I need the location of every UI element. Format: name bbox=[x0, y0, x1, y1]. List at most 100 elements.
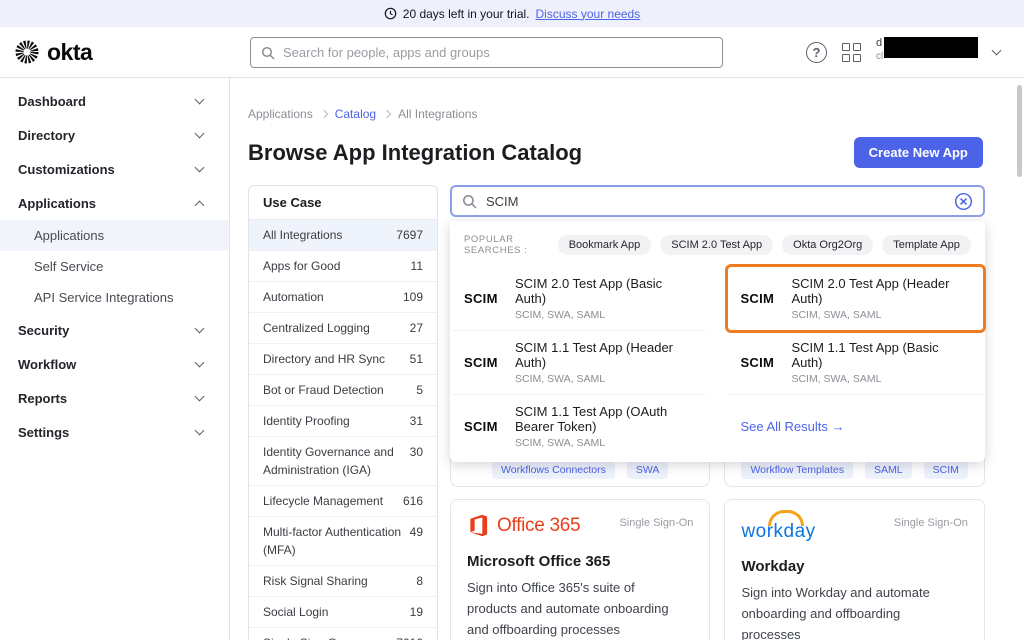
clear-search-icon[interactable] bbox=[954, 192, 973, 211]
sidebar-item-label: Workflow bbox=[18, 357, 76, 372]
sidebar-item-security[interactable]: Security bbox=[0, 313, 229, 347]
sidebar-item-api-service-integrations[interactable]: API Service Integrations bbox=[0, 282, 229, 313]
sidebar-item-label: Directory bbox=[18, 128, 75, 143]
tag-pill[interactable]: SWA bbox=[627, 461, 669, 479]
use-case-filter-panel: Use Case All Integrations 7697 Apps for … bbox=[248, 185, 438, 640]
filter-directory-hr-sync[interactable]: Directory and HR Sync 51 bbox=[249, 344, 437, 375]
popular-search-pill[interactable]: Okta Org2Org bbox=[782, 235, 873, 255]
sidebar-item-directory[interactable]: Directory bbox=[0, 118, 229, 152]
filter-automation[interactable]: Automation 109 bbox=[249, 282, 437, 313]
filter-risk-signal-sharing[interactable]: Risk Signal Sharing 8 bbox=[249, 566, 437, 597]
search-icon bbox=[261, 46, 275, 60]
search-results-dropdown: POPULAR SEARCHES : Bookmark App SCIM 2.0… bbox=[450, 221, 985, 462]
popular-search-pill[interactable]: Template App bbox=[882, 235, 971, 255]
filter-count: 51 bbox=[410, 350, 423, 368]
sidebar-item-label: Reports bbox=[18, 391, 67, 406]
catalog-card-workday[interactable]: workday Single Sign-On Workday Sign into… bbox=[724, 499, 984, 640]
search-result-scim11-oauth[interactable]: SCIM SCIM 1.1 Test App (OAuth Bearer Tok… bbox=[452, 394, 706, 458]
breadcrumb: Applications Catalog All Integrations bbox=[248, 107, 1024, 121]
filter-count: 109 bbox=[403, 288, 423, 306]
search-icon bbox=[462, 194, 477, 209]
sidebar-item-workflow[interactable]: Workflow bbox=[0, 347, 229, 381]
sidebar-item-label: Customizations bbox=[18, 162, 115, 177]
chevron-down-icon bbox=[195, 358, 205, 368]
catalog-card-office365[interactable]: Office 365 Single Sign-On Microsoft Offi… bbox=[450, 499, 710, 640]
redaction-box bbox=[884, 37, 978, 58]
workday-arc-icon bbox=[768, 510, 804, 526]
chevron-down-icon bbox=[195, 129, 205, 139]
page-scrollbar[interactable] bbox=[1017, 85, 1022, 177]
filter-all-integrations[interactable]: All Integrations 7697 bbox=[249, 220, 437, 251]
tag-pill[interactable]: SCIM bbox=[924, 461, 968, 479]
catalog-search-input[interactable] bbox=[486, 194, 945, 209]
popular-searches-label: POPULAR SEARCHES : bbox=[464, 234, 549, 256]
discuss-needs-link[interactable]: Discuss your needs bbox=[536, 7, 641, 21]
breadcrumb-applications[interactable]: Applications bbox=[248, 107, 313, 121]
chevron-down-icon bbox=[195, 163, 205, 173]
single-sign-on-badge: Single Sign-On bbox=[894, 517, 968, 529]
single-sign-on-badge: Single Sign-On bbox=[619, 517, 693, 529]
filter-centralized-logging[interactable]: Centralized Logging 27 bbox=[249, 313, 437, 344]
sidebar-item-settings[interactable]: Settings bbox=[0, 415, 229, 449]
sidebar-item-self-service[interactable]: Self Service bbox=[0, 251, 229, 282]
tag-pill[interactable]: Workflows Connectors bbox=[492, 461, 615, 479]
trial-banner: 20 days left in your trial. Discuss your… bbox=[0, 0, 1024, 27]
search-result-scim20-basic[interactable]: SCIM SCIM 2.0 Test App (Basic Auth) SCIM… bbox=[452, 267, 706, 330]
sidebar-item-applications-child[interactable]: Applications bbox=[0, 220, 229, 251]
filter-identity-proofing[interactable]: Identity Proofing 31 bbox=[249, 406, 437, 437]
account-menu[interactable]: d cl bbox=[876, 37, 978, 67]
help-icon[interactable]: ? bbox=[806, 42, 827, 63]
filter-count: 5 bbox=[416, 381, 423, 399]
filter-lifecycle-management[interactable]: Lifecycle Management 616 bbox=[249, 486, 437, 517]
sidebar: Dashboard Directory Customizations Appli… bbox=[0, 78, 230, 640]
tag-pill[interactable]: SAML bbox=[865, 461, 912, 479]
filter-apps-for-good[interactable]: Apps for Good 11 bbox=[249, 251, 437, 282]
chevron-up-icon bbox=[195, 200, 205, 210]
breadcrumb-separator-icon bbox=[319, 110, 327, 118]
sidebar-item-reports[interactable]: Reports bbox=[0, 381, 229, 415]
filter-count: 11 bbox=[411, 257, 423, 275]
global-search[interactable] bbox=[250, 37, 723, 68]
filter-mfa[interactable]: Multi-factor Authentication (MFA) 49 bbox=[249, 517, 437, 566]
filter-count: 31 bbox=[410, 412, 423, 430]
popular-search-pill[interactable]: SCIM 2.0 Test App bbox=[660, 235, 773, 255]
chevron-down-icon bbox=[195, 324, 205, 334]
okta-logo[interactable]: okta bbox=[14, 39, 92, 66]
filter-bot-fraud-detection[interactable]: Bot or Fraud Detection 5 bbox=[249, 375, 437, 406]
global-search-input[interactable] bbox=[283, 45, 712, 60]
office365-logo: Office 365 bbox=[467, 513, 580, 538]
catalog-search[interactable] bbox=[450, 185, 985, 217]
filter-social-login[interactable]: Social Login 19 bbox=[249, 597, 437, 628]
scim-logo: SCIM bbox=[740, 291, 776, 306]
sidebar-item-dashboard[interactable]: Dashboard bbox=[0, 84, 229, 118]
app-card-description: Sign into Office 365's suite of products… bbox=[467, 578, 675, 640]
scim-logo: SCIM bbox=[464, 291, 500, 306]
chevron-down-icon[interactable] bbox=[992, 46, 1002, 56]
sidebar-item-label: Dashboard bbox=[18, 94, 86, 109]
filter-count: 19 bbox=[410, 603, 423, 621]
brand-word: okta bbox=[47, 39, 92, 66]
filter-count: 27 bbox=[410, 319, 423, 337]
filter-single-sign-on[interactable]: Single Sign-On 7010 bbox=[249, 628, 437, 640]
sidebar-item-label: Applications bbox=[18, 196, 96, 211]
search-result-scim20-header[interactable]: SCIM SCIM 2.0 Test App (Header Auth) SCI… bbox=[728, 267, 982, 330]
breadcrumb-catalog[interactable]: Catalog bbox=[335, 107, 376, 121]
filter-count: 8 bbox=[416, 572, 423, 590]
see-all-results-link[interactable]: See All Results → bbox=[728, 394, 982, 458]
popular-search-pill[interactable]: Bookmark App bbox=[558, 235, 652, 255]
search-result-scim11-basic[interactable]: SCIM SCIM 1.1 Test App (Basic Auth) SCIM… bbox=[728, 330, 982, 394]
breadcrumb-all-integrations: All Integrations bbox=[398, 107, 477, 121]
workday-logo: workday bbox=[741, 521, 815, 543]
search-result-scim11-header[interactable]: SCIM SCIM 1.1 Test App (Header Auth) SCI… bbox=[452, 330, 706, 394]
scim-logo: SCIM bbox=[740, 355, 776, 370]
create-new-app-button[interactable]: Create New App bbox=[854, 137, 983, 168]
sidebar-item-customizations[interactable]: Customizations bbox=[0, 152, 229, 186]
main-content: Applications Catalog All Integrations Br… bbox=[230, 78, 1024, 640]
app-card-title: Workday bbox=[741, 558, 967, 575]
filter-iga[interactable]: Identity Governance and Administration (… bbox=[249, 437, 437, 486]
tag-pill[interactable]: Workflow Templates bbox=[741, 461, 853, 479]
filter-count: 7697 bbox=[396, 226, 423, 244]
scim-logo: SCIM bbox=[464, 419, 500, 434]
sidebar-item-applications[interactable]: Applications bbox=[0, 186, 229, 220]
apps-grid-icon[interactable] bbox=[842, 43, 861, 62]
